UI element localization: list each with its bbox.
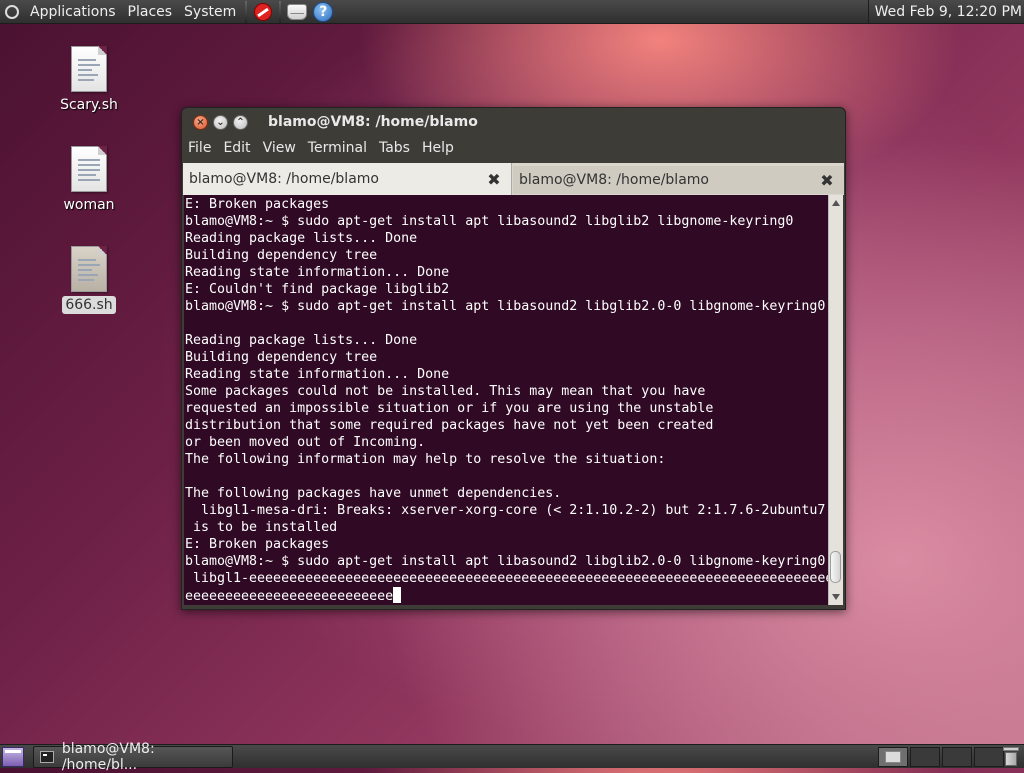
menu-terminal[interactable]: Terminal <box>302 136 373 161</box>
window-title: blamo@VM8: /home/blamo <box>268 114 478 130</box>
terminal-line: E: Broken packages <box>185 537 330 552</box>
menu-places[interactable]: Places <box>122 0 179 24</box>
tab-label: blamo@VM8: /home/blamo <box>189 171 379 187</box>
desktop-icon-666-sh[interactable]: 666.sh <box>44 246 134 314</box>
workspace-1[interactable] <box>878 747 908 767</box>
show-desktop-icon[interactable] <box>2 747 24 767</box>
desktop-icon-woman[interactable]: woman <box>44 146 134 214</box>
mail-launcher[interactable] <box>286 1 308 23</box>
terminal-line: is to be installed <box>185 520 338 535</box>
minimize-icon: ⌄ <box>216 116 225 128</box>
terminal-line: Reading package lists... Done <box>185 333 418 348</box>
terminal-line: Some packages could not be installed. Th… <box>185 384 706 399</box>
terminal-line: requested an impossible situation or if … <box>185 401 714 416</box>
top-panel: Applications Places System ? Wed Feb 9, … <box>0 0 1024 24</box>
workspace-2[interactable] <box>910 747 940 767</box>
mail-icon <box>287 3 308 20</box>
menu-edit[interactable]: Edit <box>217 136 256 161</box>
terminal-line: Reading state information... Done <box>185 265 450 280</box>
workspace-4[interactable] <box>974 747 1004 767</box>
bottom-panel: blamo@VM8: /home/bl... <box>0 741 1024 773</box>
tab-label: blamo@VM8: /home/blamo <box>519 172 709 188</box>
tab-terminal-1[interactable]: blamo@VM8: /home/blamo ✖ <box>183 163 512 195</box>
terminal-line: Building dependency tree <box>185 248 378 263</box>
desktop-icon-label: 666.sh <box>62 296 116 314</box>
desktop-icon-label: woman <box>63 197 115 213</box>
terminal-line: libgl1-eeeeeeeeeeeeeeeeeeeeeeeeeeeeeeeee… <box>185 571 828 586</box>
menu-tabs[interactable]: Tabs <box>373 136 416 161</box>
terminal-output[interactable]: E: Broken packages blamo@VM8:~ $ sudo apt… <box>184 195 828 605</box>
menu-system[interactable]: System <box>178 0 242 24</box>
tab-terminal-2[interactable]: blamo@VM8: /home/blamo ✖ <box>513 166 844 194</box>
terminal-line: The following information may help to re… <box>185 452 666 467</box>
help-launcher[interactable]: ? <box>312 1 334 23</box>
taskbar-label: blamo@VM8: /home/bl... <box>61 741 155 773</box>
scroll-down-arrow-icon[interactable] <box>832 594 840 600</box>
text-file-icon <box>71 246 107 292</box>
menu-help[interactable]: Help <box>416 136 460 161</box>
desktop-icon-scary-sh[interactable]: Scary.sh <box>44 46 134 114</box>
terminal-line: The following packages have unmet depend… <box>185 486 562 501</box>
minimize-window-button[interactable]: ⌄ <box>213 114 228 130</box>
help-icon: ? <box>313 1 334 22</box>
terminal-line: blamo@VM8:~ $ sudo apt-get install apt l… <box>185 554 826 569</box>
terminal-line: blamo@VM8:~ $ sudo apt-get install apt l… <box>185 214 794 229</box>
no-entry-icon <box>254 2 273 21</box>
panel-clock[interactable]: Wed Feb 9, 12:20 PM <box>867 0 1024 24</box>
panel-separator <box>245 0 248 23</box>
no-entry-launcher[interactable] <box>252 1 274 23</box>
terminal-icon <box>40 751 54 763</box>
terminal-tabs: blamo@VM8: /home/blamo ✖ blamo@VM8: /hom… <box>183 163 844 195</box>
trash-icon[interactable] <box>1002 747 1020 767</box>
terminal-line: libgl1-mesa-dri: Breaks: xserver-xorg-co… <box>185 503 826 518</box>
terminal-window: × ⌄ ⌃ blamo@VM8: /home/blamo File Edit V… <box>181 107 846 610</box>
terminal-line: Building dependency tree <box>185 350 378 365</box>
terminal-menubar: File Edit View Terminal Tabs Help <box>182 136 845 161</box>
desktop-icon-label: Scary.sh <box>60 97 118 113</box>
text-file-icon <box>71 46 107 92</box>
text-file-icon <box>71 146 107 192</box>
tab-close-icon[interactable]: ✖ <box>818 171 836 190</box>
menu-applications[interactable]: Applications <box>24 0 122 24</box>
terminal-line: or been moved out of Incoming. <box>185 435 426 450</box>
terminal-scrollbar[interactable] <box>828 195 843 605</box>
maximize-window-button[interactable]: ⌃ <box>233 114 248 130</box>
maximize-icon: ⌃ <box>236 116 245 128</box>
terminal-line: blamo@VM8:~ $ sudo apt-get install apt l… <box>185 299 826 314</box>
close-icon: × <box>196 116 205 128</box>
scrollbar-thumb[interactable] <box>830 551 841 583</box>
terminal-line: eeeeeeeeeeeeeeeeeeeeeeeeee <box>185 587 828 604</box>
menu-view[interactable]: View <box>257 136 302 161</box>
tab-close-icon[interactable]: ✖ <box>485 170 503 189</box>
taskbar-button-terminal[interactable]: blamo@VM8: /home/bl... <box>33 741 233 773</box>
scroll-up-arrow-icon[interactable] <box>832 200 840 206</box>
ubuntu-logo-icon[interactable] <box>0 0 24 24</box>
panel-separator <box>279 0 282 23</box>
terminal-line: distribution that some required packages… <box>185 418 714 433</box>
menu-file[interactable]: File <box>182 136 217 161</box>
workspace-3[interactable] <box>942 747 972 767</box>
terminal-line: Reading package lists... Done <box>185 231 418 246</box>
terminal-line: E: Couldn't find package libglib2 <box>185 282 450 297</box>
close-window-button[interactable]: × <box>193 114 208 130</box>
terminal-line: Reading state information... Done <box>185 367 450 382</box>
workspace-switcher <box>878 747 1006 767</box>
terminal-cursor <box>393 587 402 603</box>
window-titlebar[interactable]: × ⌄ ⌃ blamo@VM8: /home/blamo <box>182 108 845 136</box>
terminal-line: E: Broken packages <box>185 197 330 212</box>
